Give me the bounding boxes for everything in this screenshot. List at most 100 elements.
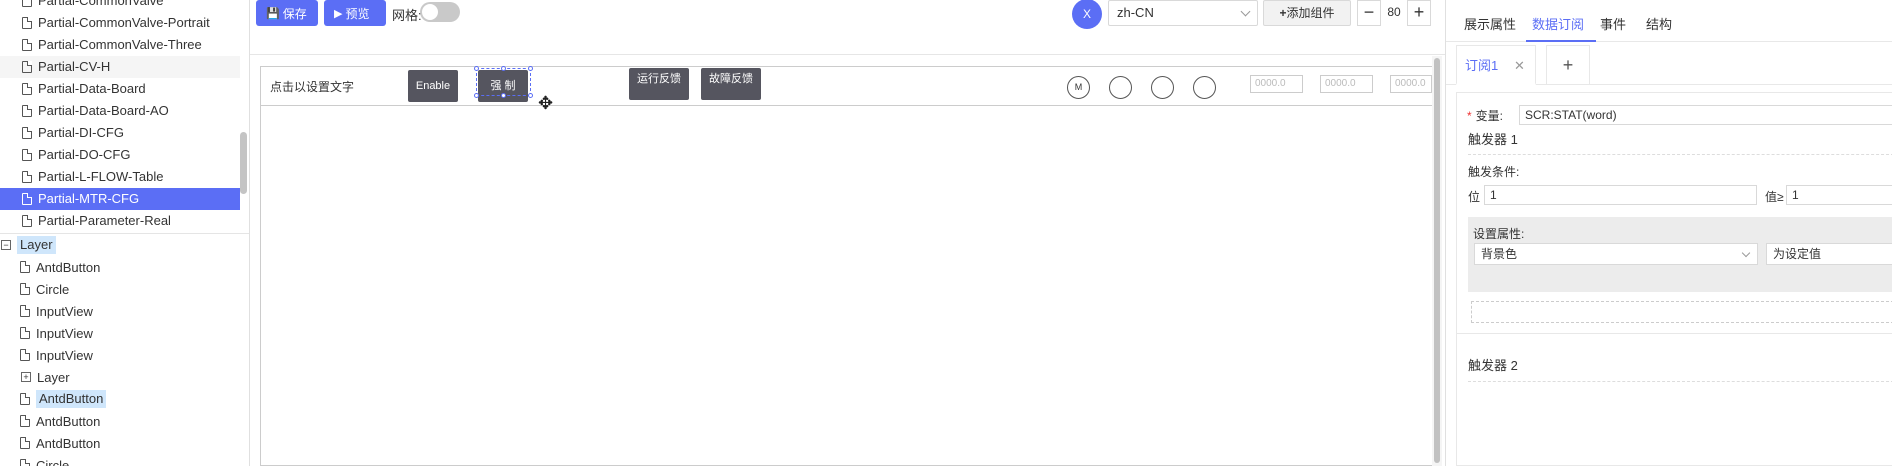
value-input[interactable]: 0000.0: [1320, 75, 1373, 93]
grid-toggle[interactable]: [420, 2, 460, 22]
status-circle[interactable]: [1193, 76, 1216, 99]
tree-item[interactable]: Partial-DI-CFG: [0, 122, 240, 144]
expand-icon[interactable]: +: [21, 372, 31, 382]
layer-root[interactable]: − Layer: [0, 234, 249, 256]
file-icon: [20, 415, 30, 427]
top-toolbar: 💾 保存 ▶ 预览 网格: X zh-CN +添加组件 − 80 +: [250, 0, 1445, 55]
tree-item-label: Partial-L-FLOW-Table: [38, 169, 164, 184]
resize-handle[interactable]: [474, 93, 479, 98]
resize-handle[interactable]: [528, 93, 533, 98]
plus-icon: +: [1562, 55, 1574, 75]
layer-child-label: AntdButton: [36, 435, 101, 451]
tree-item-label: Partial-CommonValve-Three: [38, 37, 202, 52]
tab-data-subscription[interactable]: 数据订阅: [1532, 14, 1584, 33]
enable-button[interactable]: Enable: [408, 70, 458, 102]
layer-child-highlighted[interactable]: AntdButton: [0, 388, 249, 410]
file-icon: [20, 327, 30, 339]
tree-item-selected[interactable]: Partial-MTR-CFG: [0, 188, 240, 210]
layer-child[interactable]: InputView: [0, 300, 249, 322]
tree-item-label: Partial-Parameter-Real: [38, 213, 171, 228]
layer-child-label: AntdButton: [36, 413, 101, 429]
avatar[interactable]: X: [1072, 0, 1102, 29]
layer-child[interactable]: Circle: [0, 278, 249, 300]
close-icon[interactable]: ✕: [1514, 46, 1525, 86]
layer-child[interactable]: InputView: [0, 322, 249, 344]
fault-feedback-button[interactable]: 故障反馈: [701, 68, 761, 100]
layer-child[interactable]: AntdButton: [0, 432, 249, 454]
layer-child-label: Circle: [36, 281, 70, 297]
file-icon: [20, 283, 30, 295]
variable-input[interactable]: SCR:STAT(word): [1519, 105, 1892, 125]
tree-item[interactable]: Partial-CommonValve-Portrait: [0, 12, 240, 34]
layer-child-label: Circle: [36, 457, 70, 466]
value-input[interactable]: 0000.0: [1390, 75, 1432, 93]
subscription-tab[interactable]: 订阅1 ✕: [1456, 45, 1536, 85]
set-property-label: 设置属性:: [1473, 227, 1525, 241]
tree-item[interactable]: Partial-CommonValve: [0, 0, 240, 12]
layer-child-label: InputView: [36, 303, 93, 319]
tree-item[interactable]: Partial-L-FLOW-Table: [0, 166, 240, 188]
status-circle[interactable]: [1151, 76, 1174, 99]
scroll-thumb[interactable]: [1434, 58, 1440, 463]
file-icon: [22, 83, 32, 95]
add-action-area[interactable]: [1471, 301, 1892, 323]
file-icon: [22, 39, 32, 51]
tab-events[interactable]: 事件: [1600, 14, 1626, 33]
play-icon: ▶: [334, 7, 343, 20]
layer-child-label: AntdButton: [36, 390, 107, 408]
tree-scrollbar[interactable]: [240, 132, 247, 194]
chevron-down-icon: [1741, 248, 1751, 258]
resize-handle[interactable]: [528, 66, 533, 71]
tree-item-label: Partial-DO-CFG: [38, 147, 131, 162]
canvas-frame[interactable]: [260, 66, 1432, 466]
resize-handle[interactable]: [501, 66, 506, 71]
run-feedback-button[interactable]: 运行反馈: [629, 68, 689, 100]
layer-child[interactable]: AntdButton: [0, 256, 249, 278]
set-text-label[interactable]: 点击以设置文字: [270, 78, 354, 95]
layer-child-group[interactable]: + Layer: [0, 366, 249, 388]
save-button[interactable]: 💾 保存: [256, 0, 318, 26]
tree-item[interactable]: Partial-CV-H: [0, 56, 240, 78]
resize-handle[interactable]: [474, 66, 479, 71]
tree-item[interactable]: Partial-CommonValve-Three: [0, 34, 240, 56]
value-input[interactable]: 1: [1786, 185, 1892, 205]
component-tree-panel: Partial-CommonValve Partial-CommonValve-…: [0, 0, 250, 466]
dashed-divider: [1468, 381, 1892, 382]
file-icon: [22, 127, 32, 139]
save-icon: 💾: [266, 7, 280, 20]
value-input[interactable]: 0000.0: [1250, 75, 1303, 93]
add-component-button[interactable]: +添加组件: [1263, 0, 1351, 26]
tree-item-label: Partial-CV-H: [38, 59, 111, 74]
tree-item[interactable]: Partial-Parameter-Real: [0, 210, 240, 232]
layer-child[interactable]: AntdButton: [0, 410, 249, 432]
editor-app: Partial-CommonValve Partial-CommonValve-…: [0, 0, 1892, 466]
resize-handle[interactable]: [501, 93, 506, 98]
motor-indicator[interactable]: M: [1067, 76, 1090, 99]
language-select[interactable]: zh-CN: [1108, 0, 1258, 26]
preview-button[interactable]: ▶ 预览: [324, 0, 386, 26]
variable-label: * 变量:: [1467, 107, 1503, 124]
property-select[interactable]: 背景色: [1474, 243, 1758, 265]
tree-item[interactable]: Partial-DO-CFG: [0, 144, 240, 166]
status-circle[interactable]: [1109, 76, 1132, 99]
file-icon: [22, 215, 32, 227]
selection-box[interactable]: [474, 66, 533, 98]
tree-item[interactable]: Partial-Data-Board-AO: [0, 100, 240, 122]
set-value-select[interactable]: 为设定值: [1766, 243, 1892, 265]
tree-item[interactable]: Partial-Data-Board: [0, 78, 240, 100]
zoom-in-button[interactable]: +: [1407, 0, 1431, 26]
collapse-icon[interactable]: −: [1, 240, 11, 250]
add-subscription-button[interactable]: +: [1546, 45, 1590, 85]
language-value: zh-CN: [1117, 5, 1154, 20]
property-select-value: 背景色: [1481, 247, 1518, 261]
tab-structure[interactable]: 结构: [1646, 14, 1672, 33]
canvas-scrollbar[interactable]: [1432, 56, 1442, 466]
bit-input[interactable]: 1: [1484, 185, 1757, 205]
tab-display-properties[interactable]: 展示属性: [1464, 14, 1516, 33]
layer-child[interactable]: InputView: [0, 344, 249, 366]
layer-tree: − Layer AntdButton Circle InputView Inpu…: [0, 234, 249, 466]
zoom-out-button[interactable]: −: [1357, 0, 1381, 26]
layer-child[interactable]: Circle: [0, 454, 249, 466]
tree-item-label: Partial-DI-CFG: [38, 125, 124, 140]
required-mark: *: [1467, 109, 1472, 123]
